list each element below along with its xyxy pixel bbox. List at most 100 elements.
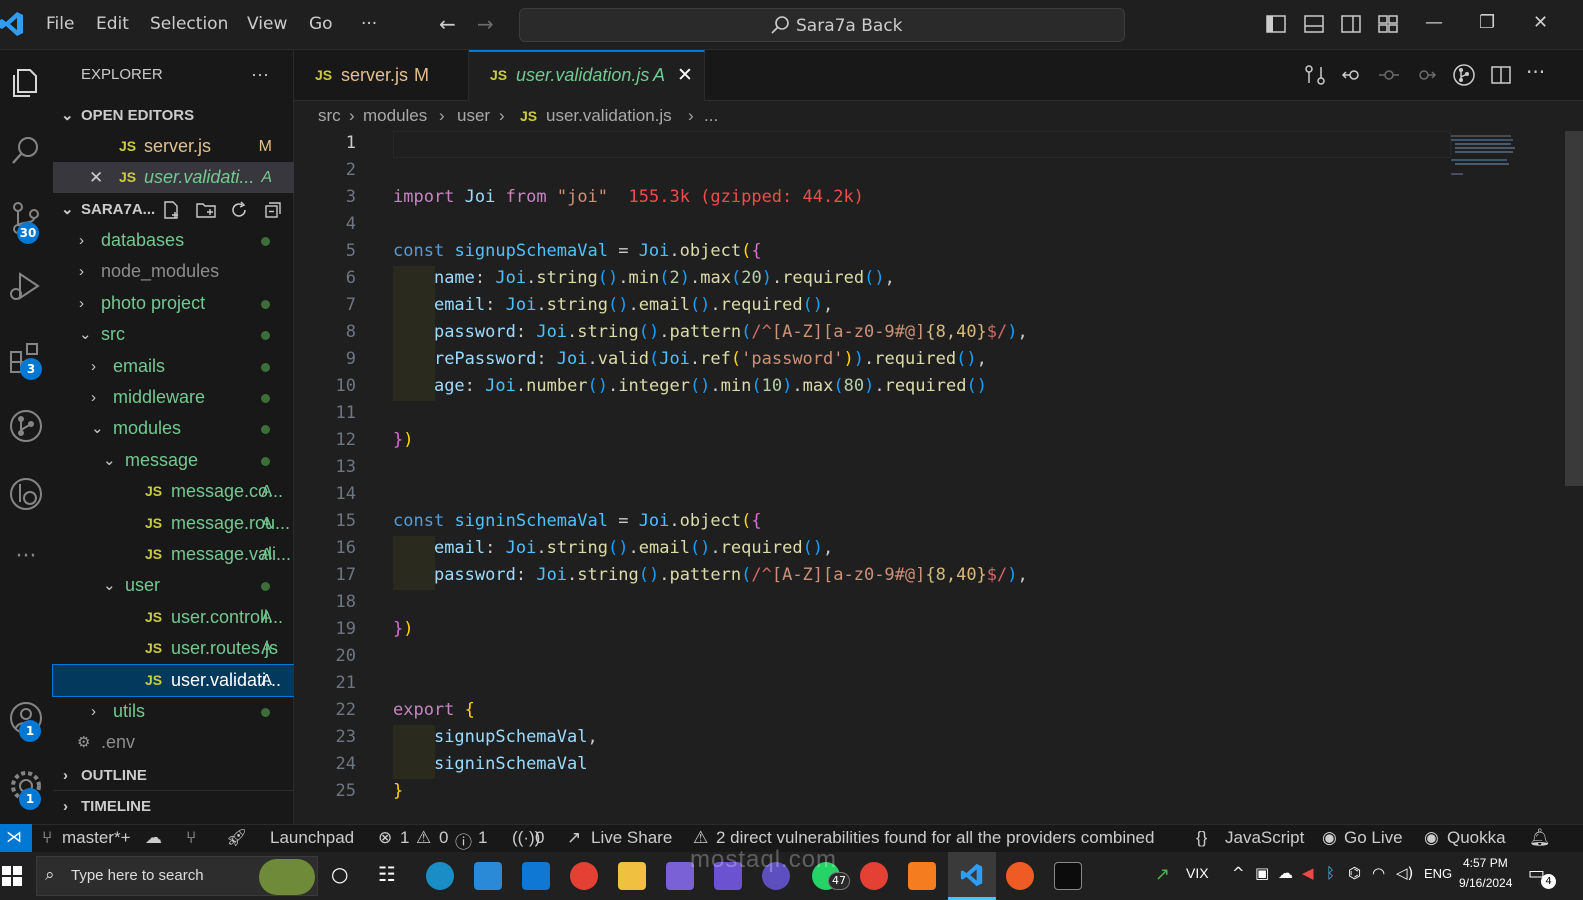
- tray-app-icon[interactable]: ▣: [1255, 864, 1269, 882]
- tree-item[interactable]: › middleware: [53, 382, 294, 413]
- speaker-muted-icon[interactable]: ◀: [1302, 864, 1314, 882]
- branch-name[interactable]: master*+: [62, 828, 131, 848]
- collapse-all-icon[interactable]: [263, 200, 283, 220]
- minimap[interactable]: [1451, 131, 1551, 824]
- more-views-icon[interactable]: ···: [6, 544, 46, 584]
- edge-icon[interactable]: [426, 862, 454, 890]
- breadcrumb-item[interactable]: user.validation.js: [546, 101, 672, 131]
- sidebar-more-button[interactable]: ···: [251, 59, 269, 90]
- tab-server-js[interactable]: JS server.js M: [294, 50, 469, 101]
- input-language[interactable]: ENG: [1424, 866, 1452, 881]
- toggle-panel-icon[interactable]: [1303, 13, 1325, 35]
- tree-item[interactable]: › photo project: [53, 288, 294, 319]
- chevron-up-icon[interactable]: ^: [1232, 864, 1245, 882]
- onedrive-icon[interactable]: ☁: [1278, 864, 1293, 882]
- store-icon[interactable]: [474, 862, 502, 890]
- mail-icon[interactable]: [522, 862, 550, 890]
- info-count[interactable]: 1: [478, 828, 487, 848]
- tree-item[interactable]: JS message.vali... A: [53, 539, 294, 570]
- tree-item[interactable]: ⌄ user: [53, 570, 294, 601]
- ports-count[interactable]: 0: [535, 828, 544, 848]
- close-icon[interactable]: ✕: [89, 162, 103, 193]
- remote-indicator[interactable]: ⋊: [0, 824, 32, 852]
- clock-time[interactable]: 4:57 PM: [1463, 856, 1508, 870]
- customize-layout-icon[interactable]: [1377, 13, 1399, 35]
- breadcrumb-item[interactable]: modules: [363, 101, 427, 131]
- open-changes-icon[interactable]: [1304, 64, 1326, 86]
- tree-item[interactable]: ⌄ modules: [53, 413, 294, 444]
- command-center[interactable]: Sara7a Back: [519, 8, 1125, 42]
- windows-start-icon[interactable]: [2, 866, 22, 886]
- gitlens-inspect-icon[interactable]: [1452, 63, 1476, 87]
- tree-item[interactable]: ⌄ src: [53, 319, 294, 350]
- explorer-icon[interactable]: [6, 62, 46, 102]
- launchpad-button[interactable]: Launchpad: [270, 828, 354, 848]
- clock-date[interactable]: 9/16/2024: [1459, 876, 1512, 890]
- tree-item[interactable]: › node_modules: [53, 256, 294, 287]
- run-debug-icon[interactable]: [6, 266, 46, 306]
- bluetooth-icon[interactable]: ᛒ: [1326, 864, 1335, 882]
- vertical-scrollbar[interactable]: [1565, 131, 1583, 486]
- close-window-button[interactable]: ✕: [1533, 12, 1548, 33]
- restore-button[interactable]: ❐: [1479, 12, 1495, 33]
- refresh-icon[interactable]: [229, 200, 249, 220]
- close-icon[interactable]: ✕: [677, 50, 693, 101]
- quokka-button[interactable]: Quokka: [1447, 828, 1506, 848]
- chrome-icon[interactable]: [570, 862, 598, 890]
- git-graph-status-icon[interactable]: ⑂: [186, 828, 196, 848]
- live-share-button[interactable]: Live Share: [591, 828, 672, 848]
- wifi-icon[interactable]: ◠: [1372, 864, 1385, 882]
- go-live-button[interactable]: Go Live: [1344, 828, 1403, 848]
- tree-item[interactable]: JS message.co... A: [53, 476, 294, 507]
- language-mode[interactable]: JavaScript: [1225, 828, 1304, 848]
- menu-edit[interactable]: Edit: [96, 14, 129, 34]
- project-header[interactable]: ⌄ SARA7A...: [53, 194, 294, 225]
- chrome-icon[interactable]: [860, 862, 888, 890]
- sync-icon[interactable]: ☁: [145, 828, 162, 848]
- file-explorer-icon[interactable]: [618, 862, 646, 890]
- open-editor-item[interactable]: ✕ JS user.validati... A: [53, 162, 294, 193]
- gitlens-icon[interactable]: [6, 474, 46, 514]
- code-editor[interactable]: 1 2 3 4 5 6 7 8 9 10 11 12 13 14 15 16 17 18 19 20 21 22 23 24 2…: [294, 131, 1583, 824]
- postman-icon[interactable]: [1006, 862, 1034, 890]
- breadcrumb-item[interactable]: src: [318, 101, 341, 131]
- tree-item[interactable]: JS user.controll... A: [53, 602, 294, 633]
- task-view-icon[interactable]: ○: [331, 862, 348, 886]
- tab-user-validation-js[interactable]: JS user.validation.js A ✕: [469, 50, 705, 101]
- new-folder-icon[interactable]: [195, 200, 217, 220]
- forward-arrow-icon[interactable]: →: [477, 12, 494, 36]
- app-icon[interactable]: [762, 862, 790, 890]
- split-editor-icon[interactable]: [1490, 64, 1512, 86]
- previous-revision-icon[interactable]: [1341, 64, 1363, 86]
- breadcrumb-item[interactable]: user: [457, 101, 490, 131]
- tree-item[interactable]: › emails: [53, 351, 294, 382]
- menu-selection[interactable]: Selection: [150, 14, 228, 34]
- vulnerabilities-message[interactable]: 2 direct vulnerabilities found for all t…: [716, 828, 1154, 848]
- xampp-icon[interactable]: [908, 862, 936, 890]
- tree-item[interactable]: ⚙ .env: [53, 727, 294, 758]
- search-sidebar-icon[interactable]: [6, 130, 46, 170]
- breadcrumb-item[interactable]: ...: [704, 101, 718, 131]
- bell-icon[interactable]: 🔔︎: [1529, 828, 1551, 848]
- taskbar-search[interactable]: ⌕ Type here to search: [36, 856, 318, 896]
- minimize-button[interactable]: —: [1425, 12, 1443, 33]
- tree-item[interactable]: ⌄ message: [53, 445, 294, 476]
- tree-item[interactable]: JS user.validati... A: [52, 663, 295, 697]
- timeline-header[interactable]: › TIMELINE: [53, 790, 294, 821]
- back-arrow-icon[interactable]: ←: [439, 12, 456, 36]
- git-graph-icon[interactable]: [6, 406, 46, 446]
- stock-ticker[interactable]: VIX: [1186, 865, 1209, 881]
- menu-more[interactable]: ···: [361, 14, 377, 34]
- app-icon[interactable]: [666, 862, 694, 890]
- terminal-icon[interactable]: [1054, 862, 1082, 890]
- toggle-secondary-sidebar-icon[interactable]: [1340, 13, 1362, 35]
- volume-icon[interactable]: ◁): [1396, 864, 1413, 882]
- revision-icon[interactable]: [1378, 64, 1400, 86]
- menu-go[interactable]: Go: [309, 14, 333, 34]
- next-revision-icon[interactable]: [1415, 64, 1437, 86]
- open-editor-item[interactable]: JS server.js M: [53, 131, 294, 162]
- vscode-taskbar-button[interactable]: [948, 852, 996, 900]
- menu-file[interactable]: File: [46, 14, 74, 34]
- error-count[interactable]: 1: [400, 828, 409, 848]
- widgets-icon[interactable]: ☷: [378, 862, 396, 886]
